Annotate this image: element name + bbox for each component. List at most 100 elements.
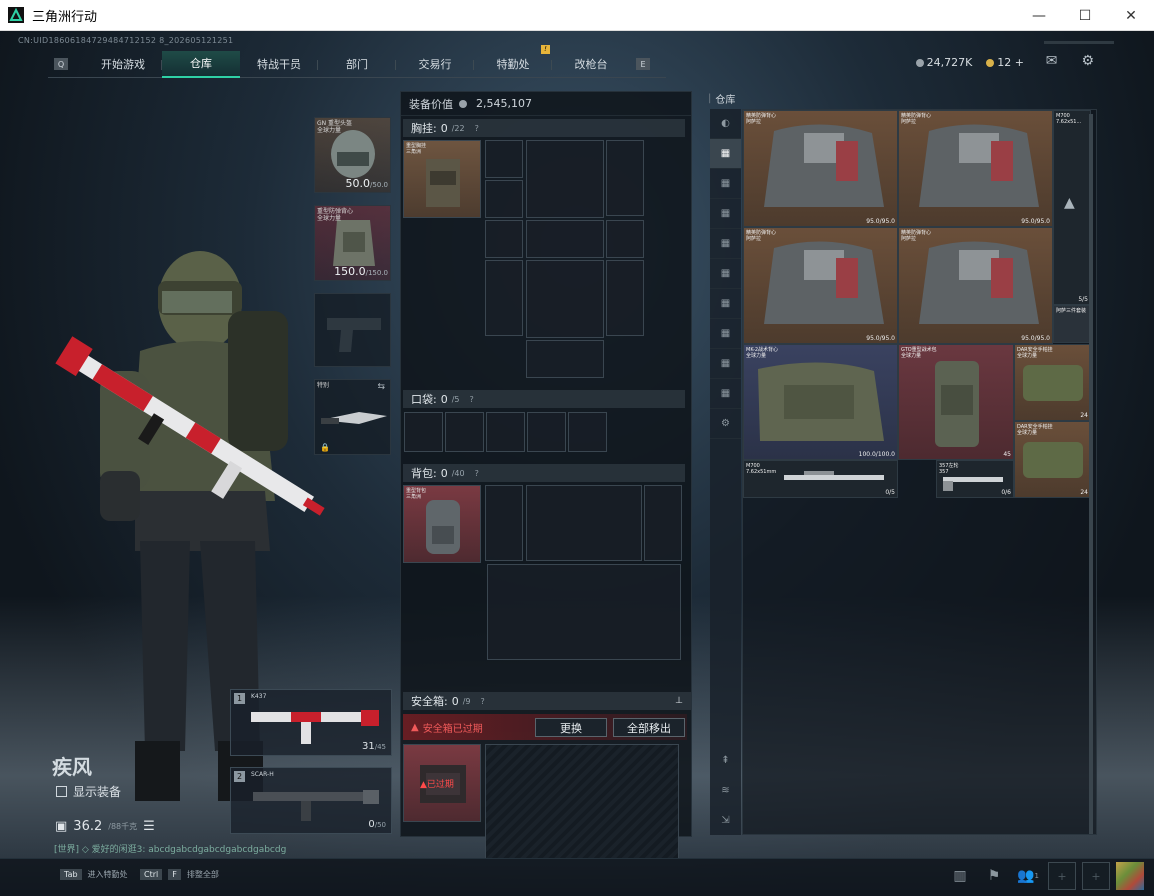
stash-page-9-icon[interactable]: ▦ [710,379,741,409]
friends-icon[interactable]: 👥 1 [1014,862,1042,890]
warehouse-item[interactable]: M700 7.62x51... ▲ 5/5 [1053,110,1091,305]
warehouse-item[interactable]: GTO重型战术包 全球力量 45 [898,344,1014,460]
backpack-grid-cell[interactable] [644,485,682,561]
backpack-grid-cell[interactable] [526,485,642,561]
stash-page-1-icon[interactable]: ▦ [710,139,741,169]
helmet-slot[interactable]: GN 重型头盔 全球力量 50.0/50.0 [314,117,391,193]
help-icon[interactable]: ? [475,469,479,478]
pin-icon[interactable]: ⊥ [675,696,683,706]
secondary-weapon-slot[interactable]: 2 SCAR-H 0/50 [230,767,392,834]
tab-special-ops[interactable]: 特勤处! [474,44,552,78]
melee-slot[interactable]: 特别 ⇆ 🔒 [314,379,391,455]
warehouse-item[interactable]: 357左轮 357 0/6 [936,460,1014,498]
prev-tab-key[interactable]: Q [54,58,68,70]
tab-market[interactable]: 交易行 [396,51,474,78]
filter-all-icon[interactable]: ◐ [710,109,741,139]
pistol-slot[interactable] [314,293,391,367]
warehouse-item[interactable]: 阿萨三件套装 [1053,305,1091,343]
safebox-item[interactable]: ▲已过期 [403,744,481,822]
tab-operators[interactable]: 特战干员 [240,51,318,78]
warehouse-item[interactable]: 精英防弹背心 阿萨拉 95.0/95.0 [898,110,1053,227]
move-all-button[interactable]: 全部移出 [613,718,685,737]
mail-icon[interactable]: ✉ [1046,53,1058,69]
special-ops-shortcut[interactable]: Tab 进入特勤处 [60,869,128,880]
sort-icon[interactable]: ⇞ [710,745,741,775]
stash-page-7-icon[interactable]: ▦ [710,319,741,349]
list-icon[interactable]: ☰ [143,819,155,834]
help-icon[interactable]: ? [481,697,485,706]
maximize-button[interactable]: ☐ [1062,0,1108,31]
help-icon[interactable]: ? [475,124,479,133]
layers-icon[interactable]: ≋ [710,775,741,805]
invite-slot-2[interactable]: + [1082,862,1110,890]
chest-grid-cell[interactable] [526,140,604,218]
backpack-grid-cell[interactable] [487,564,681,660]
warehouse-item[interactable]: M700 7.62x51mm 0/5 [743,460,898,498]
flag-icon[interactable]: ⚑ [980,862,1008,890]
stash-page-3-icon[interactable]: ▦ [710,199,741,229]
armor-vest-icon [919,241,1039,324]
chest-grid-cell[interactable] [526,220,604,258]
next-tab-key[interactable]: E [636,58,650,70]
chest-grid-cell[interactable] [526,260,604,338]
warehouse-item[interactable]: DAR安全手帕挂 全球力量 24 [1014,344,1091,421]
stash-page-2-icon[interactable]: ▦ [710,169,741,199]
warehouse-item[interactable]: 精英防弹背心 阿萨拉 95.0/95.0 [743,227,898,344]
chest-grid-cell[interactable] [485,180,523,218]
havoc-coin[interactable]: 24,727K [915,56,973,69]
tab-gunsmith[interactable]: 改枪台 [552,51,630,78]
pocket-cell[interactable] [527,412,566,452]
havoc-amount: 24,727K [926,56,973,69]
safebox-grid[interactable] [485,744,679,859]
pocket-cell[interactable] [404,412,443,452]
export-icon[interactable]: ⇲ [710,805,741,835]
warehouse-item[interactable]: 精英防弹背心 阿萨拉 95.0/95.0 [898,227,1053,344]
swap-icon[interactable]: ⇆ [377,382,385,392]
chest-grid-cell[interactable] [606,260,644,336]
chest-grid-cell[interactable] [485,220,523,258]
pocket-cell[interactable] [568,412,607,452]
pocket-cell[interactable] [445,412,484,452]
stash-settings-icon[interactable]: ⚙ [710,409,741,439]
stash-page-5-icon[interactable]: ▦ [710,259,741,289]
chest-grid-cell[interactable] [606,140,644,216]
premium-coin[interactable]: 12 + [986,56,1024,69]
chest-grid-cell[interactable] [526,340,604,378]
backpack-grid-cell[interactable] [485,485,523,561]
backpack-item[interactable]: 重型背包 三角洲 [403,485,481,563]
help-icon[interactable]: ? [470,395,474,404]
tab-department[interactable]: 部门 [318,51,396,78]
replace-button[interactable]: 更换 [535,718,607,737]
show-gear-checkbox[interactable] [56,786,67,797]
sort-all-shortcut[interactable]: Ctrl F 排整全部 [140,869,219,880]
pocket-cell[interactable] [486,412,525,452]
primary-weapon-slot[interactable]: 1 K437 31/45 [230,689,392,756]
chest-grid-cell[interactable] [485,260,523,336]
tab-label: 特战干员 [257,58,301,71]
warehouse-item[interactable]: 精英防弹背心 阿萨拉 95.0/95.0 [743,110,898,227]
warehouse-item[interactable]: DAR安全手帕挂 全球力量 24 [1014,421,1091,498]
warehouse-header: | 仓库 [708,91,735,106]
chest-rig-item[interactable]: 重型胸挂 三角洲 [403,140,481,218]
warehouse-scrollbar[interactable] [1089,114,1093,834]
tab-warehouse[interactable]: 仓库 [162,50,240,78]
minimize-button[interactable]: — [1016,0,1062,31]
warehouse-item[interactable]: MK-2战术背心 全球力量 100.0/100.0 [743,344,898,460]
chest-grid-cell[interactable] [485,140,523,178]
armor-slot[interactable]: 重型防弹背心 全球力量 150.0/150.0 [314,205,391,281]
shortcut-label: 进入特勤处 [87,870,128,879]
tab-start-game[interactable]: 开始游戏 [84,51,162,78]
gear-icon[interactable]: ⚙ [1081,53,1094,69]
shortcut-label: 排整全部 [186,870,219,879]
stash-page-8-icon[interactable]: ▦ [710,349,741,379]
show-gear-toggle[interactable]: 显示装备 [56,783,121,800]
stash-page-6-icon[interactable]: ▦ [710,289,741,319]
invite-slot-1[interactable]: + [1048,862,1076,890]
avatar[interactable] [1116,862,1144,890]
chest-grid-cell[interactable] [606,220,644,258]
chat-line[interactable]: [世界] ◇ 爱好的闲逛3: abcdgabcdgabcdgabcdgabcdg [54,842,286,855]
stats-icon[interactable]: ▥ [946,862,974,890]
stash-page-4-icon[interactable]: ▦ [710,229,741,259]
add-coin-button[interactable]: + [1015,56,1024,69]
close-button[interactable]: ✕ [1108,0,1154,31]
